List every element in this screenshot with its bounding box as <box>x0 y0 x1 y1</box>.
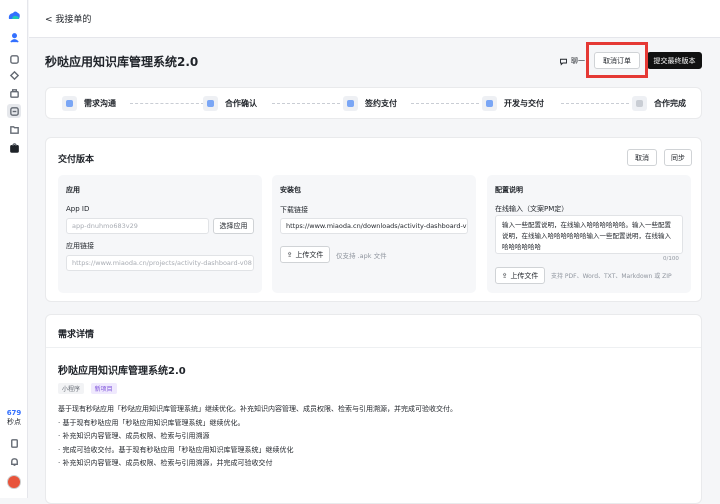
config-upload-hint: 支持 PDF、Word、TXT、Markdown 或 ZIP <box>551 273 672 280</box>
step-icon <box>343 96 358 111</box>
tag-list: 小程序 新项目 <box>58 383 121 394</box>
divider <box>46 347 701 348</box>
step-complete: 合作完成 <box>632 96 686 111</box>
step-label: 开发与交付 <box>504 99 544 108</box>
step-requirements: 需求沟通 <box>62 96 116 111</box>
page-title: 秒哒应用知识库管理系统2.0 <box>45 55 199 69</box>
delivery-title: 交付版本 <box>58 155 95 165</box>
delivery-card: 交付版本 取消 同步 应用 App ID app-dnuhmo683v29 选择… <box>45 137 702 302</box>
config-upload-button[interactable]: ⇪ 上传文件 <box>495 267 545 284</box>
points-label: 秒点 <box>7 418 21 426</box>
project-title: 秒哒应用知识库管理系统2.0 <box>58 366 186 377</box>
description: 基于现有秒哒应用「秒哒应用知识库管理系统」继续优化。补充知识内容管理、成员权限、… <box>58 403 457 471</box>
description-line: · 补充知识内容管理、成员权限、检索与引用溯源，并完成可验收交付 <box>58 459 273 467</box>
app-section-title: 应用 <box>66 186 80 194</box>
step-connector <box>130 103 204 104</box>
main-content: < 我接单的 秒哒应用知识库管理系统2.0 聊一 取消订单 提交最终版本 需求沟… <box>29 0 720 504</box>
progress-steps: 需求沟通 合作确认 签约支付 开发与交付 合作完成 <box>45 87 702 119</box>
step-icon <box>203 96 218 111</box>
download-link-label: 下载链接 <box>280 206 308 214</box>
package-section-title: 安装包 <box>280 186 301 194</box>
step-confirm: 合作确认 <box>203 96 257 111</box>
step-icon <box>62 96 77 111</box>
avatar[interactable] <box>7 475 21 489</box>
app-id-input[interactable]: app-dnuhmo683v29 <box>66 218 209 234</box>
sidebar: 679 秒点 <box>0 0 28 498</box>
app-link-input[interactable]: https://www.miaoda.cn/projects/activity-… <box>66 255 254 271</box>
description-line: · 基于现有秒哒应用「秒哒应用知识库管理系统」继续优化。 <box>58 418 245 427</box>
contact-label: 聊一 <box>571 57 585 65</box>
back-link[interactable]: < 我接单的 <box>45 12 91 25</box>
step-sign-pay: 签约支付 <box>343 96 397 111</box>
app-link-label: 应用链接 <box>66 242 94 250</box>
bell-icon[interactable] <box>7 454 21 468</box>
user-icon[interactable] <box>7 30 21 44</box>
app-logo <box>7 10 21 20</box>
step-label: 合作完成 <box>654 99 686 108</box>
download-link-input[interactable]: https://www.miaoda.cn/downloads/activity… <box>280 218 468 234</box>
home-icon[interactable] <box>7 52 21 66</box>
upload-icon: ⇪ <box>286 250 293 259</box>
char-counter: 0/100 <box>663 256 679 262</box>
upload-label: 上传文件 <box>295 250 324 259</box>
requirements-card: 需求详情 秒哒应用知识库管理系统2.0 小程序 新项目 基于现有秒哒应用「秒哒应… <box>45 314 702 504</box>
config-input-label: 在线输入（文案PM定） <box>495 205 569 213</box>
package-section: 安装包 下载链接 https://www.miaoda.cn/downloads… <box>272 175 476 293</box>
step-label: 需求沟通 <box>84 99 116 108</box>
upload-label: 上传文件 <box>510 271 539 280</box>
step-icon <box>632 96 647 111</box>
step-connector <box>561 103 629 104</box>
shape-icon[interactable] <box>7 68 21 82</box>
points-display[interactable]: 679 秒点 <box>0 409 28 427</box>
step-connector <box>411 103 479 104</box>
description-line: · 补充知识内容管理、成员权限、检索与引用溯源 <box>58 432 210 440</box>
step-dev-delivery: 开发与交付 <box>482 96 544 111</box>
description-line: · 完成可验收交付。基于现有秒哒应用「秒哒应用知识库管理系统」继续优化 <box>58 445 294 454</box>
config-section-title: 配置说明 <box>495 186 523 194</box>
orders-icon[interactable] <box>7 104 21 118</box>
select-app-button[interactable]: 选择应用 <box>213 218 254 234</box>
submit-final-button[interactable]: 提交最终版本 <box>647 52 702 69</box>
briefcase-icon[interactable] <box>7 86 21 100</box>
app-id-label: App ID <box>66 205 90 213</box>
highlight-box <box>586 42 648 78</box>
contact-button[interactable]: 聊一 <box>559 56 585 66</box>
tag-new-project: 新项目 <box>90 383 117 394</box>
chat-icon <box>560 58 567 66</box>
package-upload-button[interactable]: ⇪ 上传文件 <box>280 246 330 263</box>
folder-icon[interactable] <box>7 122 21 136</box>
step-connector <box>272 103 340 104</box>
step-label: 签约支付 <box>365 99 397 108</box>
requirements-title: 需求详情 <box>58 330 95 340</box>
config-section: 配置说明 在线输入（文案PM定） 输入一些配置说明，在线输入哈哈哈哈哈哈。输入一… <box>487 175 691 293</box>
sync-button[interactable]: 同步 <box>664 149 692 166</box>
config-textarea[interactable]: 输入一些配置说明，在线输入哈哈哈哈哈哈。输入一些配置说明，在线输入哈哈哈哈哈哈输… <box>495 215 683 254</box>
step-label: 合作确认 <box>225 99 257 108</box>
package-upload-hint: 仅支持 .apk 文件 <box>336 252 387 260</box>
document-icon[interactable] <box>7 436 21 450</box>
step-icon <box>482 96 497 111</box>
points-value: 679 <box>6 409 22 417</box>
bag-icon[interactable] <box>7 140 21 154</box>
tag-miniprogram: 小程序 <box>58 383 85 394</box>
cancel-button[interactable]: 取消 <box>627 149 657 166</box>
description-line: 基于现有秒哒应用「秒哒应用知识库管理系统」继续优化。补充知识内容管理、成员权限、… <box>58 405 457 413</box>
upload-icon: ⇪ <box>501 271 508 280</box>
app-section: 应用 App ID app-dnuhmo683v29 选择应用 应用链接 htt… <box>58 175 262 293</box>
top-bar: < 我接单的 <box>29 0 720 38</box>
